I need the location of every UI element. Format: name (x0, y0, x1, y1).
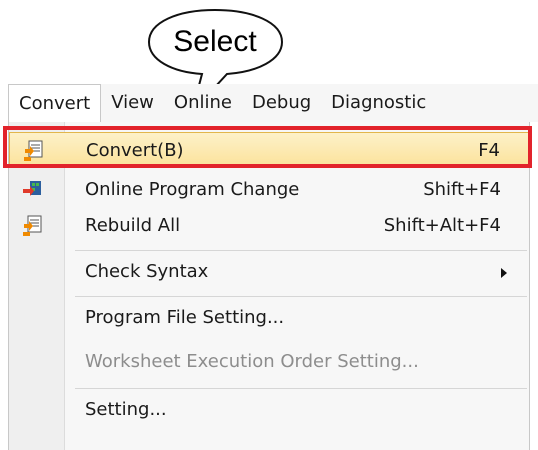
menu-item-rebuild-all[interactable]: Rebuild All Shift+Alt+F4 (9, 208, 529, 244)
menubar-view[interactable]: View (101, 84, 164, 122)
menu-item-shortcut: F4 (478, 140, 500, 161)
menu-item-shortcut: Shift+F4 (423, 179, 501, 200)
submenu-arrow-icon (501, 268, 507, 278)
menu-item-label: Program File Setting... (85, 307, 285, 328)
menu-item-check-syntax[interactable]: Check Syntax (9, 254, 529, 290)
menu-item-label: Online Program Change (85, 179, 300, 200)
menubar-online[interactable]: Online (164, 84, 242, 122)
convert-dropdown-menu: Convert(B) F4 Online Program Change Shif… (8, 122, 530, 450)
menu-item-setting[interactable]: Setting... (9, 392, 529, 428)
online-program-change-icon (21, 179, 43, 201)
menu-item-label: Worksheet Execution Order Setting... (85, 351, 419, 372)
menubar-diagnostics[interactable]: Diagnostic (321, 84, 436, 122)
menu-item-program-file-setting[interactable]: Program File Setting... (9, 300, 529, 336)
convert-icon (22, 140, 44, 162)
menu-item-label: Setting... (85, 399, 167, 420)
menubar-debug[interactable]: Debug (242, 84, 321, 122)
menubar-convert[interactable]: Convert (8, 84, 102, 122)
menu-item-worksheet-execution-order-setting: Worksheet Execution Order Setting... (9, 344, 529, 380)
menu-item-online-program-change[interactable]: Online Program Change Shift+F4 (9, 172, 529, 208)
menu-separator (75, 296, 527, 297)
rebuild-all-icon (21, 215, 43, 237)
menu-item-shortcut: Shift+Alt+F4 (383, 215, 501, 236)
menu-item-label: Rebuild All (85, 215, 181, 236)
menu-separator (75, 250, 527, 251)
menu-bar: Convert View Online Debug Diagnostic (8, 84, 538, 122)
menu-item-convert[interactable]: Convert(B) F4 (9, 132, 529, 168)
menu-item-label: Check Syntax (85, 261, 209, 282)
menu-item-label: Convert(B) (86, 140, 184, 161)
callout-text: Select (173, 25, 257, 58)
menu-separator (75, 388, 527, 389)
